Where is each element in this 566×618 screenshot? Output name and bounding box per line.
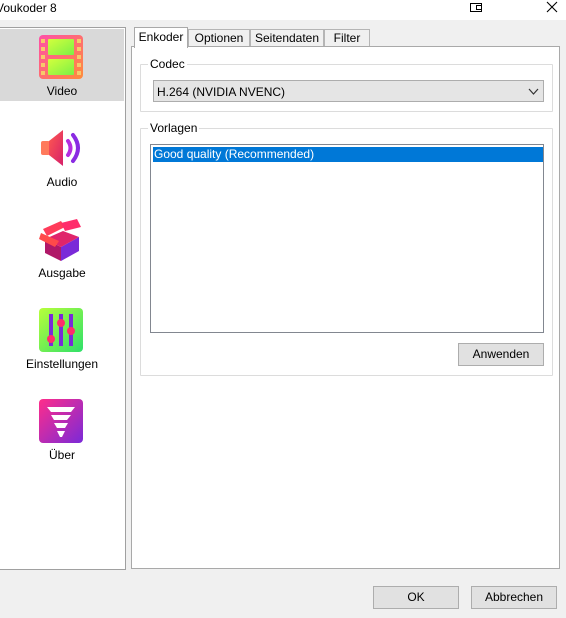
tab-encoder[interactable]: Enkoder (134, 27, 188, 48)
sidebar-item-output[interactable]: Ausgabe (0, 211, 124, 283)
box-icon (39, 219, 81, 261)
title-bar: Voukoder 8 (0, 0, 566, 20)
sidebar-item-label: Ausgabe (38, 266, 86, 280)
codec-select[interactable]: H.264 (NVIDIA NVENC) (153, 80, 544, 102)
codec-select-value: H.264 (NVIDIA NVENC) (157, 85, 286, 99)
cancel-button[interactable]: Abbrechen (471, 586, 557, 609)
codec-group: Codec H.264 (NVIDIA NVENC) (140, 57, 553, 112)
window-title: Voukoder 8 (0, 1, 57, 15)
sidebar: Video Audio Ausgabe Einstellungen Über (0, 27, 126, 570)
tab-label: Filter (333, 31, 361, 45)
codec-group-label: Codec (148, 57, 187, 71)
sidebar-item-label: Audio (46, 175, 78, 189)
tab-label: Enkoder (138, 30, 184, 44)
tab-filter[interactable]: Filter (324, 29, 370, 47)
restore-button[interactable] (462, 0, 492, 17)
restore-icon (470, 3, 482, 12)
tab-label: Seitendaten (254, 31, 320, 45)
presets-group: Vorlagen Good quality (Recommended) Anwe… (140, 121, 553, 376)
sidebar-item-video[interactable]: Video (0, 29, 124, 101)
close-icon (546, 1, 558, 13)
tab-side-data[interactable]: Seitendaten (250, 29, 324, 47)
sidebar-item-about[interactable]: Über (0, 393, 124, 465)
tab-options[interactable]: Optionen (188, 29, 250, 47)
sidebar-item-label: Video (46, 84, 78, 98)
film-icon (39, 35, 83, 79)
ok-button[interactable]: OK (373, 586, 459, 609)
apply-button[interactable]: Anwenden (458, 343, 544, 366)
sidebar-item-audio[interactable]: Audio (0, 120, 124, 192)
tab-content-panel: Codec H.264 (NVIDIA NVENC) Vorlagen Good… (131, 46, 560, 569)
sidebar-item-label: Einstellungen (25, 357, 99, 371)
chevron-down-icon (528, 88, 539, 95)
tab-label: Optionen (194, 31, 244, 45)
tornado-icon (39, 399, 83, 443)
sliders-icon (39, 308, 83, 352)
sidebar-item-label: Über (48, 448, 75, 462)
presets-listbox[interactable]: Good quality (Recommended) (150, 144, 544, 333)
close-button[interactable] (538, 0, 566, 17)
speaker-icon (41, 130, 80, 166)
sidebar-item-settings[interactable]: Einstellungen (0, 302, 124, 374)
list-item[interactable]: Good quality (Recommended) (153, 147, 543, 162)
presets-group-label: Vorlagen (148, 121, 200, 135)
